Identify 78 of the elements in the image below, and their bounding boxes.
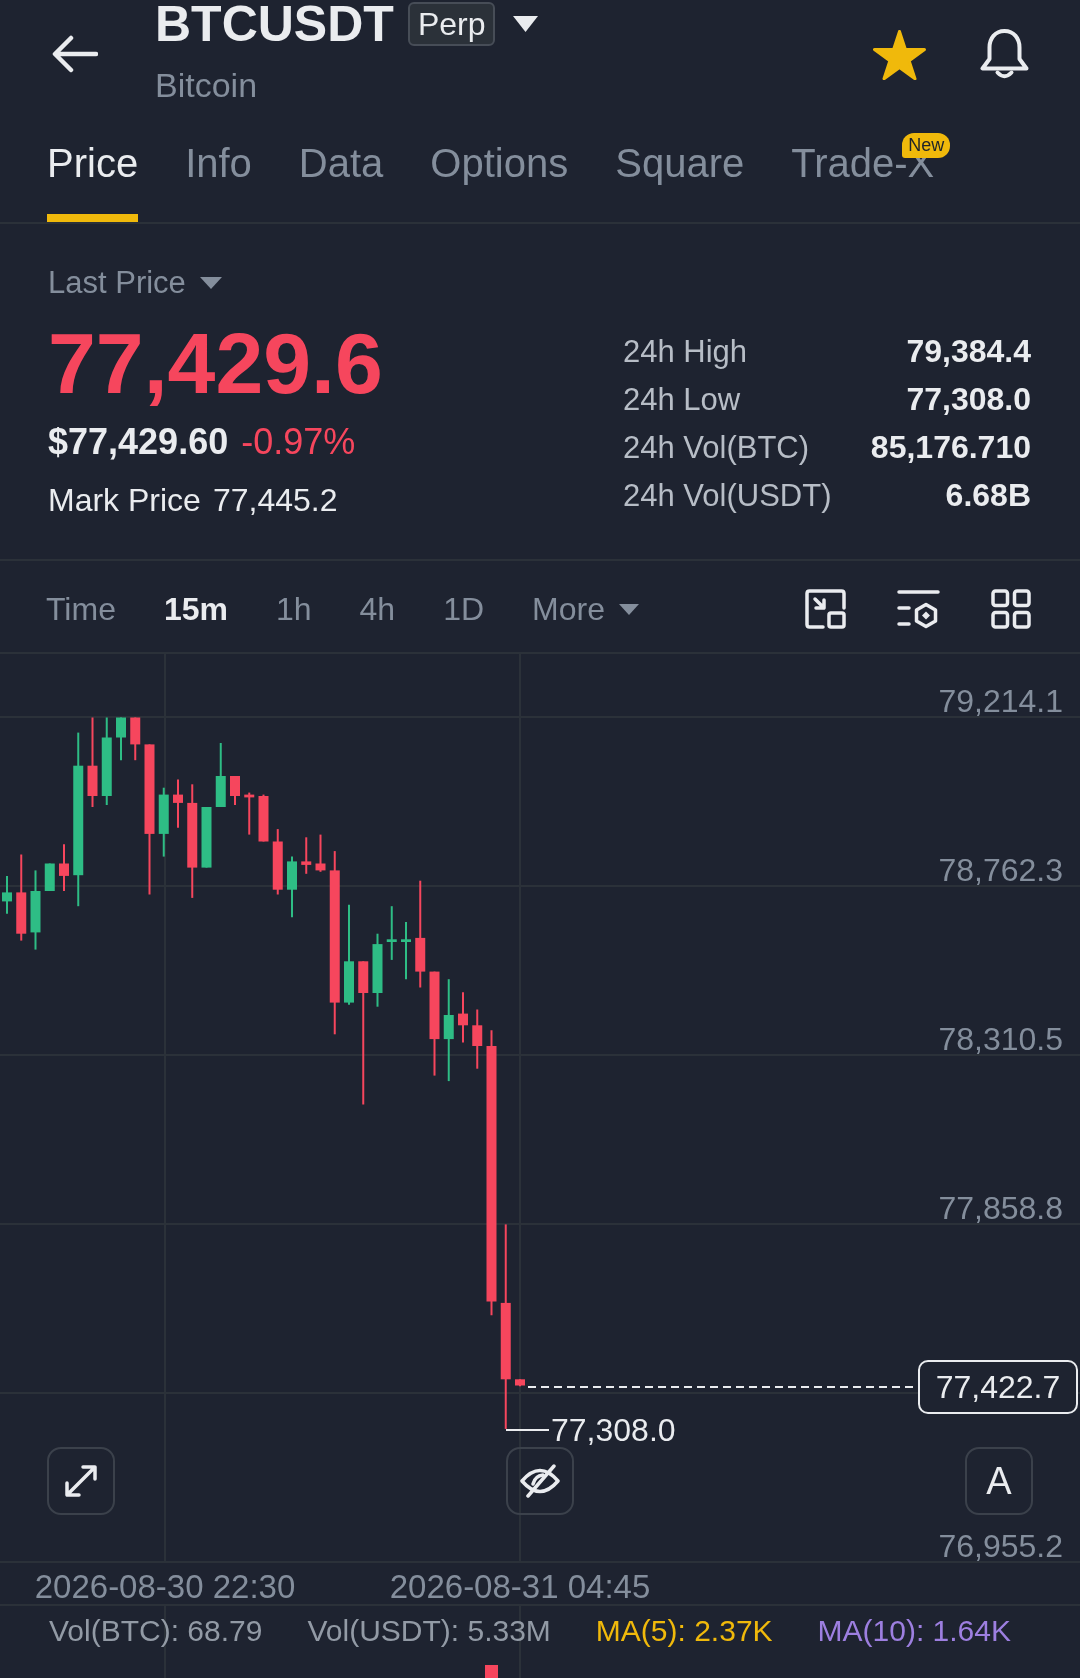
stat-value: 6.68B [945, 479, 1031, 511]
candlestick [2, 874, 12, 915]
stat-label: 24h Low [623, 383, 741, 415]
usd-price-value: $77,429.60 [48, 424, 229, 460]
indicator-value: MA(5): 2.37K [595, 1616, 773, 1646]
mark-price-value: 77,445.2 [212, 484, 338, 516]
stat-label: 24h Vol(BTC) [623, 431, 810, 463]
current-price-tag: 77,422.7 [918, 1360, 1078, 1415]
candlestick [287, 855, 297, 919]
candlestick [301, 836, 312, 875]
stat-value: 77,308.0 [906, 383, 1031, 415]
price-type-dropdown[interactable]: Last Price [48, 267, 222, 298]
last-price-value: 77,429.6 [48, 320, 383, 406]
price-axis-label: 76,955.2 [938, 1530, 1063, 1562]
auto-scale-button[interactable]: A [965, 1447, 1033, 1515]
tab[interactable]: Price [47, 143, 139, 222]
stat-value: 85,176.710 [870, 431, 1031, 463]
tab[interactable]: Info [185, 143, 252, 222]
expand-icon [63, 1463, 99, 1499]
stat-label: 24h Vol(USDT) [623, 479, 832, 511]
candlestick [44, 862, 55, 892]
time-axis-label: 2026-08-31 04:45 [389, 1570, 651, 1603]
candlestick [158, 786, 169, 858]
back-icon[interactable] [51, 35, 98, 73]
candlestick [116, 716, 126, 762]
indicator-value: Vol(USDT): 5.33M [307, 1616, 551, 1646]
stat-label: 24h High [623, 335, 748, 367]
contract-type-badge: Perp [407, 2, 496, 46]
interval-tab[interactable]: 15m [163, 593, 228, 625]
pair-title: BTCUSDT [155, 0, 394, 49]
candlestick [215, 742, 226, 808]
price-axis-label: 78,762.3 [938, 854, 1063, 886]
interval-tab[interactable]: 1h [275, 593, 312, 625]
price-axis-label: 79,214.1 [938, 685, 1063, 717]
grid-icon[interactable] [991, 589, 1031, 629]
star-icon[interactable] [873, 30, 926, 80]
indicator-value: MA(10): 1.64K [817, 1616, 1011, 1646]
stat-value: 79,384.4 [906, 335, 1031, 367]
price-change-percent: -0.97% [241, 424, 356, 460]
price-axis-label: 77,858.8 [938, 1192, 1063, 1224]
more-dropdown[interactable]: More [532, 593, 639, 625]
volume-bar [485, 1665, 498, 1678]
candlestick [130, 716, 141, 762]
tab[interactable]: Options [430, 143, 569, 222]
candlestick [458, 991, 468, 1044]
candlestick [272, 828, 283, 896]
candlestick [201, 806, 212, 869]
caret-icon[interactable] [513, 16, 539, 32]
expand-button[interactable] [47, 1447, 115, 1515]
tab[interactable]: Data [298, 143, 384, 222]
mark-price-label: Mark Price [48, 484, 201, 516]
interval-tab[interactable]: Time [46, 593, 116, 625]
low-price-leader-line [505, 1429, 550, 1432]
eye-slash-icon [520, 1464, 560, 1498]
candlestick [386, 905, 397, 961]
candlestick [401, 921, 411, 981]
candlestick [173, 778, 183, 829]
bell-icon[interactable] [979, 28, 1030, 80]
low-price-label: 77,308.0 [551, 1414, 676, 1446]
price-axis-label: 78,310.5 [938, 1023, 1063, 1055]
indicator-value: Vol(BTC): 68.79 [49, 1616, 263, 1646]
interval-tab[interactable]: 4h [359, 593, 396, 625]
pair-subtitle: Bitcoin [155, 68, 258, 102]
tab[interactable]: Square [615, 143, 745, 222]
hide-button[interactable] [506, 1447, 574, 1515]
candlestick [315, 833, 326, 873]
resize-window-icon[interactable] [805, 589, 846, 629]
interval-tab[interactable]: 1D [443, 593, 485, 625]
time-axis-label: 2026-08-30 22:30 [34, 1570, 296, 1603]
settings-icon[interactable] [895, 589, 940, 629]
candlestick [59, 843, 69, 892]
candlestick [515, 1378, 525, 1388]
candlestick [472, 1008, 483, 1070]
caret-icon [199, 276, 222, 289]
candlestick [230, 775, 240, 806]
candlestick [258, 793, 269, 843]
candlestick [244, 791, 255, 836]
caret-icon [618, 603, 639, 615]
